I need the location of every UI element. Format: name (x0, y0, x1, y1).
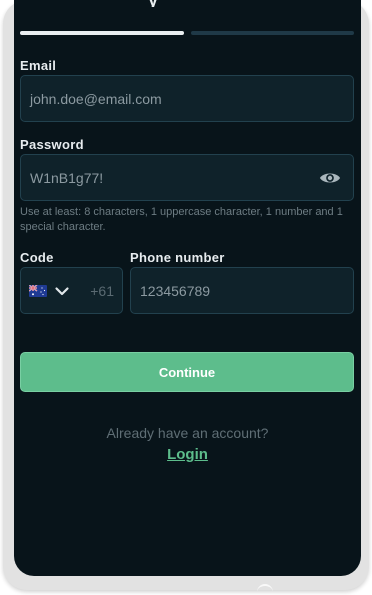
password-field[interactable]: W1nB1g77! (20, 154, 354, 201)
continue-button[interactable]: Continue (20, 352, 354, 392)
password-label: Password (20, 137, 84, 152)
device-frame: y Email john.doe@email.com Password W1nB… (3, 0, 369, 590)
progress-step-2 (191, 31, 354, 35)
signup-screen: y Email john.doe@email.com Password W1nB… (14, 0, 361, 576)
progress-step-1 (20, 31, 184, 35)
device-home-notch (257, 584, 273, 592)
login-link[interactable]: Login (14, 446, 361, 463)
australia-flag-icon (29, 285, 47, 297)
email-value: john.doe@email.com (30, 90, 162, 107)
cropped-title-fragment: y (148, 0, 174, 7)
phone-number-field[interactable]: 123456789 (130, 267, 354, 314)
password-value: W1nB1g77! (30, 169, 104, 186)
country-code-select[interactable]: +61 (20, 267, 123, 314)
eye-icon[interactable] (319, 170, 341, 186)
password-hint: Use at least: 8 characters, 1 uppercase … (20, 206, 343, 233)
email-label: Email (20, 58, 57, 73)
phone-label: Phone number (130, 250, 225, 265)
chevron-down-icon (55, 287, 69, 296)
already-have-account-text: Already have an account? (106, 425, 269, 441)
code-label: Code (20, 250, 54, 265)
email-field[interactable]: john.doe@email.com (20, 75, 354, 122)
phone-number-value: 123456789 (140, 282, 211, 299)
dial-code: +61 (90, 282, 114, 299)
